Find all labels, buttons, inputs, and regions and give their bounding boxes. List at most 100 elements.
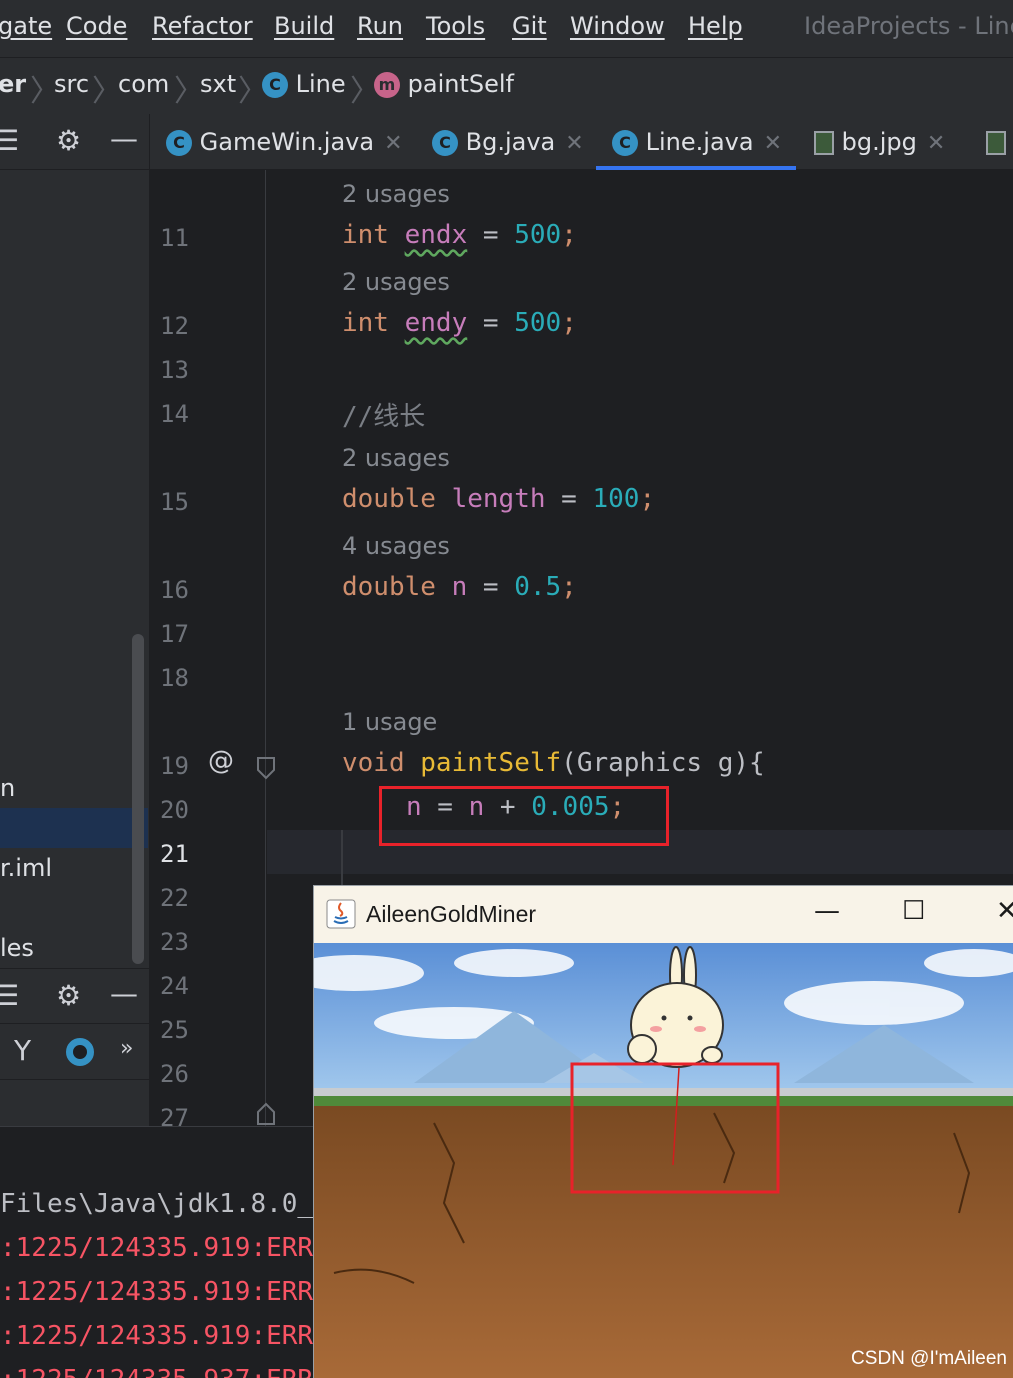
run-console[interactable]: Files\Java\jdk1.8.0_ :1225/124335.919:ER… [0, 1126, 313, 1378]
line-number: 12 [160, 312, 189, 340]
code-line-15: double length = 100; [342, 484, 655, 514]
chevron-more-icon[interactable]: » [120, 1036, 133, 1061]
tree-item-selected[interactable] [0, 808, 148, 848]
field-name: length [451, 484, 546, 514]
fold-close-icon[interactable] [256, 1102, 276, 1126]
breadcrumb-src[interactable]: src [54, 70, 89, 98]
line-number: 26 [160, 1060, 189, 1088]
menu-bar: gate Code Refactor Build Run Tools Git W… [0, 0, 1013, 58]
rail [314, 1088, 1013, 1096]
highlight-box-code [379, 786, 669, 846]
line-number: 19 [160, 752, 189, 780]
menu-run[interactable]: Run [357, 12, 403, 40]
tree-item[interactable]: n [0, 774, 15, 802]
image-file-icon [986, 131, 1006, 155]
menu-window[interactable]: Window [570, 12, 665, 40]
game-window-title: AileenGoldMiner [366, 901, 537, 927]
collapse-all-icon[interactable]: ☰ [0, 979, 19, 1012]
operator: = [467, 308, 515, 338]
close-icon[interactable]: ✕ [764, 131, 782, 156]
usage-hint[interactable]: 4 usages [342, 532, 450, 560]
editor-tabs: C GameWin.java ✕ C Bg.java ✕ C Line.java ✕ … [150, 114, 1013, 170]
line-number: 17 [160, 620, 189, 648]
menu-navigate[interactable]: gate [0, 12, 52, 40]
tab-label: Line.java [645, 128, 754, 156]
record-icon[interactable] [66, 1038, 94, 1066]
line-number: 20 [160, 796, 189, 824]
scrollbar[interactable] [132, 634, 144, 964]
image-file-icon [814, 131, 834, 155]
menu-build[interactable]: Build [274, 12, 334, 40]
gutter: 11 12 13 14 15 16 17 18 19 20 21 22 23 2… [150, 170, 266, 1126]
collapse-all-icon[interactable]: ☰ [0, 124, 19, 157]
class-icon: C [262, 72, 288, 98]
console-line-error: :1225/124335.919:ERR [0, 1277, 313, 1307]
method-icon: m [374, 72, 400, 98]
menu-refactor[interactable]: Refactor [152, 12, 253, 40]
breadcrumb-project[interactable]: er [0, 70, 26, 98]
close-icon[interactable]: ✕ [927, 131, 945, 156]
line-number: 25 [160, 1016, 189, 1044]
code-line-16: double n = 0.5; [342, 572, 577, 602]
tab-bg-jpg[interactable]: bg.jpg ✕ [814, 114, 945, 170]
semicolon: ; [561, 308, 577, 338]
line-number: 14 [160, 400, 189, 428]
close-button[interactable]: ✕ [996, 896, 1013, 926]
minimize-icon[interactable]: — [110, 122, 138, 155]
line-number: 27 [160, 1104, 189, 1126]
operator: = [467, 572, 515, 602]
dirt [314, 1106, 1013, 1378]
close-icon[interactable]: ✕ [565, 131, 583, 156]
game-canvas[interactable] [314, 943, 1013, 1378]
gear-icon[interactable]: ⚙ [56, 124, 81, 157]
tree-item[interactable]: r.iml [0, 854, 52, 882]
code-line-19: void paintSelf(Graphics g){ [342, 748, 765, 778]
line-number: 11 [160, 224, 189, 252]
tab-gamewin[interactable]: C GameWin.java ✕ [166, 114, 403, 170]
maximize-button[interactable]: ☐ [902, 896, 925, 926]
line-number: 23 [160, 928, 189, 956]
gear-icon[interactable]: ⚙ [56, 979, 81, 1012]
menu-code[interactable]: Code [66, 12, 127, 40]
field-name: n [451, 572, 468, 602]
semicolon: ; [561, 572, 577, 602]
breadcrumb-line-label: Line [295, 70, 346, 98]
tab-bg[interactable]: C Bg.java ✕ [432, 114, 584, 170]
code-line-12: int endy = 500; [342, 308, 577, 338]
line-number: 18 [160, 664, 189, 692]
line-number-current: 21 [160, 840, 189, 868]
line-number: 24 [160, 972, 189, 1000]
usage-hint[interactable]: 2 usages [342, 180, 450, 208]
tree-item[interactable]: les [0, 934, 34, 962]
tab-line[interactable]: C Line.java ✕ [596, 114, 796, 170]
menu-help[interactable]: Help [688, 12, 743, 40]
semicolon: ; [639, 484, 656, 514]
override-marker-icon[interactable]: @ [208, 746, 234, 776]
semicolon: ; [561, 220, 577, 250]
fold-open-icon[interactable] [256, 756, 276, 780]
game-window-titlebar[interactable]: AileenGoldMiner — ☐ ✕ [314, 886, 1013, 943]
breadcrumb-line[interactable]: C Line [262, 70, 346, 98]
close-icon[interactable]: ✕ [384, 131, 402, 156]
breadcrumb-sxt[interactable]: sxt [200, 70, 236, 98]
usage-hint[interactable]: 2 usages [342, 268, 450, 296]
game-window: AileenGoldMiner — ☐ ✕ [313, 885, 1013, 1378]
tab-overflow[interactable] [986, 114, 1006, 170]
tab-label: bg.jpg [841, 128, 917, 156]
usage-hint[interactable]: 1 usage [342, 708, 437, 736]
line-number: 15 [160, 488, 189, 516]
breadcrumb-com[interactable]: com [118, 70, 169, 98]
menu-tools[interactable]: Tools [426, 12, 485, 40]
line-number: 16 [160, 576, 189, 604]
console-line-error: :1225/124335.937:ERR [0, 1365, 313, 1378]
console-line-error: :1225/124335.919:ERR [0, 1321, 313, 1351]
breadcrumb-paintself[interactable]: m paintSelf [374, 70, 514, 98]
console-line: Files\Java\jdk1.8.0_ [0, 1189, 313, 1219]
minimize-icon[interactable]: — [110, 977, 138, 1010]
menu-git[interactable]: Git [512, 12, 547, 40]
keyword: int [342, 308, 389, 338]
minimize-button[interactable]: — [814, 896, 840, 926]
breadcrumb-paintself-label: paintSelf [407, 70, 514, 98]
usage-hint[interactable]: 2 usages [342, 444, 450, 472]
filter-icon[interactable]: Y [14, 1034, 31, 1067]
